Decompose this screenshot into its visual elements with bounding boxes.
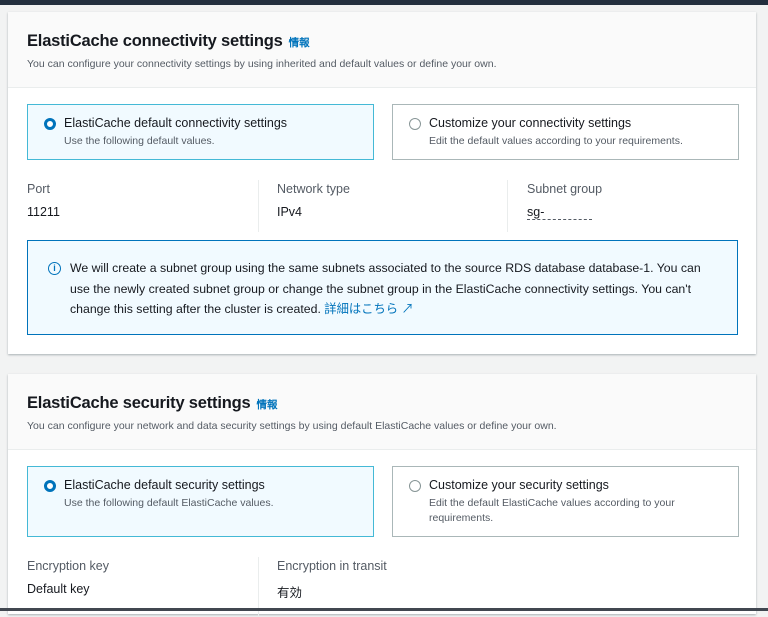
- option-label: Customize your security settings: [429, 478, 609, 492]
- divider: [258, 180, 259, 232]
- external-link-icon: ↗: [401, 302, 414, 316]
- subnet-group-link[interactable]: sg-: [527, 205, 593, 220]
- customize-security-option[interactable]: Customize your security settings Edit th…: [392, 466, 739, 537]
- option-description: Edit the default ElastiCache values acco…: [429, 497, 675, 524]
- connectivity-settings-panel: ElastiCache connectivity settings 情報 You …: [8, 12, 756, 354]
- port-field: Port 11211: [27, 182, 60, 219]
- info-link[interactable]: 情報: [289, 37, 310, 49]
- panel-header: ElastiCache security settings 情報 You can …: [8, 374, 756, 450]
- info-link[interactable]: 情報: [256, 399, 277, 411]
- default-security-option[interactable]: ElastiCache default security settings Us…: [27, 466, 374, 537]
- encryption-in-transit-field: Encryption in transit 有効: [277, 559, 387, 600]
- panel-description: You can configure your network and data …: [27, 420, 557, 432]
- panel-title: ElastiCache security settings: [27, 394, 251, 412]
- top-nav-bar: [0, 0, 768, 5]
- security-settings-panel: ElastiCache security settings 情報 You can …: [8, 374, 756, 617]
- option-description: Use the following default values.: [64, 135, 215, 147]
- info-alert: i We will create a subnet group using th…: [27, 240, 738, 335]
- learn-more-link[interactable]: 詳細はこちら ↗: [324, 302, 414, 316]
- default-connectivity-option[interactable]: ElastiCache default connectivity setting…: [27, 104, 374, 160]
- option-label: ElastiCache default security settings: [64, 478, 265, 492]
- option-description: Edit the default values according to you…: [429, 135, 683, 147]
- radio-selected-icon[interactable]: [44, 118, 56, 130]
- option-label: ElastiCache default connectivity setting…: [64, 116, 288, 130]
- option-description: Use the following default ElastiCache va…: [64, 497, 274, 509]
- encryption-key-field: Encryption key Default key: [27, 559, 109, 596]
- panel-title: ElastiCache connectivity settings: [27, 32, 283, 50]
- network-type-field: Network type IPv4: [277, 182, 350, 219]
- radio-selected-icon[interactable]: [44, 480, 56, 492]
- info-icon: i: [48, 262, 61, 275]
- radio-unselected-icon[interactable]: [409, 480, 421, 492]
- divider: [507, 180, 508, 232]
- customize-connectivity-option[interactable]: Customize your connectivity settings Edi…: [392, 104, 739, 160]
- subnet-group-field: Subnet group sg-: [527, 182, 603, 220]
- radio-unselected-icon[interactable]: [409, 118, 421, 130]
- panel-description: You can configure your connectivity sett…: [27, 58, 497, 70]
- option-label: Customize your connectivity settings: [429, 116, 632, 130]
- panel-header: ElastiCache connectivity settings 情報 You …: [8, 12, 756, 88]
